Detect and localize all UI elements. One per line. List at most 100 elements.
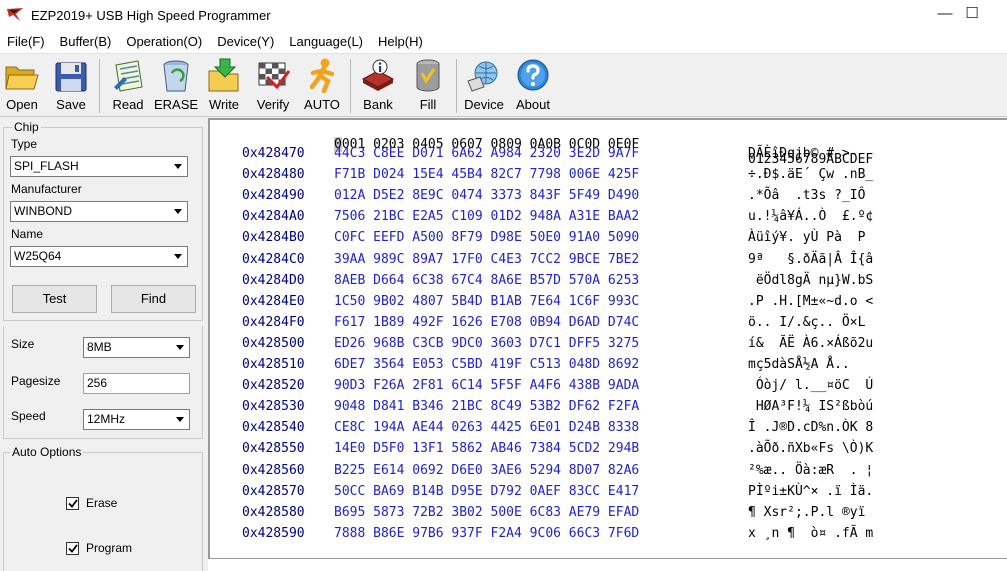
chevron-down-icon — [170, 158, 186, 175]
hex-row-bytes[interactable]: 7888 B86E 97B6 937F F2A4 9C06 66C3 7F6D — [334, 526, 639, 541]
hex-row-bytes[interactable]: 14E0 D5F0 13F1 5862 AB46 7384 5CD2 294B — [334, 441, 639, 456]
erase-button[interactable]: ERASE — [154, 57, 198, 115]
minimize-button[interactable]: — — [930, 3, 960, 25]
open-label: Open — [6, 97, 38, 112]
hex-row-address: 0x4284D0 — [242, 272, 305, 288]
hex-row-address: 0x428480 — [242, 167, 305, 183]
program-checkbox-label: Program — [86, 541, 133, 555]
size-select-value: 8MB — [87, 340, 112, 354]
test-button[interactable]: Test — [12, 285, 97, 313]
chevron-down-icon — [170, 248, 186, 265]
name-select[interactable]: W25Q64 — [10, 246, 188, 267]
hex-row-ascii: PÌºi±KÙ^× .ï Ìä. — [748, 483, 874, 499]
speed-select[interactable]: 12MHz — [83, 409, 190, 430]
device-button[interactable]: Device — [463, 57, 505, 115]
about-button[interactable]: About — [513, 57, 553, 115]
hex-row-bytes[interactable]: 1C50 9B02 4807 5B4D B1AB 7E64 1C6F 993C — [334, 294, 639, 309]
hex-row-ascii: DÃÈîÐqjb© # >- — [748, 146, 866, 161]
hex-row-bytes[interactable]: 9048 D841 B346 21BC 8C49 53B2 DF62 F2FA — [334, 399, 639, 414]
hex-row-ascii: .àÕð.ñXb«Fs \Ò)K — [748, 441, 874, 457]
menu-device[interactable]: Device(Y) — [210, 30, 282, 54]
hex-row-bytes[interactable]: 6DE7 3564 E053 C5BD 419F C513 048D 8692 — [334, 357, 639, 372]
pagesize-field[interactable]: 256 — [83, 373, 190, 394]
hex-row-bytes[interactable]: ED26 968B C3CB 9DC0 3603 D7C1 DFF5 3275 — [334, 336, 639, 351]
read-label: Read — [112, 97, 144, 112]
menu-buffer[interactable]: Buffer(B) — [53, 30, 120, 54]
write-button[interactable]: Write — [204, 57, 244, 115]
hex-row-address: 0x428550 — [242, 441, 305, 457]
program-checkbox[interactable]: Program — [66, 541, 132, 555]
hex-row-bytes[interactable]: F617 1B89 492F 1626 E708 0B94 D6AD D74C — [334, 315, 639, 330]
hex-row-address: 0x428520 — [242, 378, 305, 394]
bank-label: Bank — [363, 97, 393, 112]
hex-row-bytes[interactable]: 8AEB D664 6C38 67C4 8A6E B57D 570A 6253 — [334, 273, 639, 288]
hex-row-ascii: .P .H.[M±«~d.o < — [748, 293, 874, 309]
title-bar: EZP2019+ USB High Speed Programmer — ☐ — [0, 0, 1007, 30]
menu-file[interactable]: File(F) — [0, 30, 53, 54]
hex-row-ascii: .*Õâ .t3s ?_IÔ — [748, 188, 866, 204]
hex-row-ascii: ÷.Ð$.äE´ Çw .nB_ — [748, 167, 874, 183]
hex-row-bytes[interactable]: B695 5873 72B2 3B02 500E 6C83 AE79 EFAD — [334, 505, 639, 520]
hex-row-address: 0x428540 — [242, 420, 305, 436]
fill-label: Fill — [419, 97, 437, 112]
maximize-button[interactable]: ☐ — [957, 3, 987, 25]
notepad-icon — [114, 60, 143, 92]
size-select[interactable]: 8MB — [83, 337, 190, 358]
verify-button[interactable]: Verify — [253, 57, 293, 115]
hex-editor[interactable]: 0001 0203 0405 0607 0809 0A0B 0C0D 0E0F … — [208, 118, 1007, 558]
speed-select-value: 12MHz — [87, 412, 126, 426]
left-panel: Chip Type SPI_FLASH Manufacturer WINBOND… — [0, 118, 206, 571]
open-button[interactable]: Open — [3, 57, 41, 115]
manufacturer-label: Manufacturer — [11, 182, 82, 196]
name-select-value: W25Q64 — [14, 249, 62, 263]
toolbar-separator — [456, 59, 457, 113]
hex-row-bytes[interactable]: 50CC BA69 B14B D95E D792 0AEF 83CC E417 — [334, 484, 639, 499]
hex-row-ascii: x ¸n ¶ ò¤ .fÃ m — [748, 525, 874, 541]
chip-group-title: Chip — [12, 120, 41, 134]
hex-row-address: 0x428470 — [242, 146, 305, 161]
hex-row-bytes[interactable]: CE8C 194A AE44 0263 4425 6E01 D24B 8338 — [334, 420, 639, 435]
hex-row-bytes[interactable]: 39AA 989C 89A7 17F0 C4E3 7CC2 9BCE 7BE2 — [334, 252, 639, 267]
checkmark-icon — [66, 541, 79, 555]
hex-row-address: 0x428590 — [242, 525, 305, 541]
size-label: Size — [11, 337, 35, 351]
hex-row-bytes[interactable]: C0FC EEFD A500 8F79 D98E 50E0 91A0 5090 — [334, 230, 639, 245]
bank-button[interactable]: Bank — [358, 57, 398, 115]
manufacturer-select-value: WINBOND — [14, 204, 72, 218]
read-button[interactable]: Read — [108, 57, 148, 115]
menu-language[interactable]: Language(L) — [282, 30, 371, 54]
hex-row-bytes[interactable]: F71B D024 15E4 45B4 82C7 7798 006E 425F — [334, 167, 639, 182]
save-button[interactable]: Save — [52, 57, 90, 115]
erase-label: ERASE — [153, 97, 199, 112]
menu-operation[interactable]: Operation(O) — [119, 30, 210, 54]
hex-row-bytes[interactable]: 90D3 F26A 2F81 6C14 5F5F A4F6 438B 9ADA — [334, 378, 639, 393]
hex-row-bytes[interactable]: B225 E614 0692 D6E0 3AE6 5294 8D07 82A6 — [334, 463, 639, 478]
find-button[interactable]: Find — [111, 285, 196, 313]
hex-row-address: 0x428560 — [242, 462, 305, 478]
hex-row-bytes[interactable]: 012A D5E2 8E9C 0474 3373 843F 5F49 D490 — [334, 188, 639, 203]
erase-checkbox[interactable]: Erase — [66, 496, 117, 510]
menu-help[interactable]: Help(H) — [371, 30, 431, 54]
hex-row-bytes[interactable]: 44C3 C8EE D071 6A62 A984 2320 3E2D 9A7F — [334, 146, 639, 161]
hex-row-ascii: HØA³F!¼ IS²ßbòú — [748, 399, 874, 415]
hex-header: 0001 0203 0405 0607 0809 0A0B 0C0D 0E0F … — [210, 122, 873, 167]
type-label: Type — [11, 137, 38, 151]
hex-row-ascii: ¶ Xsr²;.P.l ®yï­ — [748, 504, 866, 520]
hex-row-address: 0x428570 — [242, 483, 305, 499]
recycle-bin-icon — [163, 60, 189, 92]
fill-button[interactable]: Fill — [408, 57, 448, 115]
chevron-down-icon — [172, 339, 188, 356]
hex-row-address: 0x4284C0 — [242, 251, 305, 267]
device-globe-icon — [467, 61, 498, 92]
manufacturer-select[interactable]: WINBOND — [10, 201, 188, 222]
hex-row-ascii: ²%æ.. Öà:æR . ¦ — [748, 462, 874, 478]
type-select[interactable]: SPI_FLASH — [10, 156, 188, 177]
auto-button[interactable]: AUTO — [302, 57, 342, 115]
hex-row-bytes[interactable]: 7506 21BC E2A5 C109 01D2 948A A31E BAA2 — [334, 209, 639, 224]
toolbar-separator — [99, 59, 100, 113]
hex-row-address: 0x4284F0 — [242, 314, 305, 330]
hex-row-address: 0x428510 — [242, 357, 305, 372]
hex-row-address: 0x4284A0 — [242, 209, 305, 225]
toolbar: Open Save Read ERASE Write Verify AUTO B… — [0, 55, 1007, 117]
window-title: EZP2019+ USB High Speed Programmer — [31, 7, 271, 23]
